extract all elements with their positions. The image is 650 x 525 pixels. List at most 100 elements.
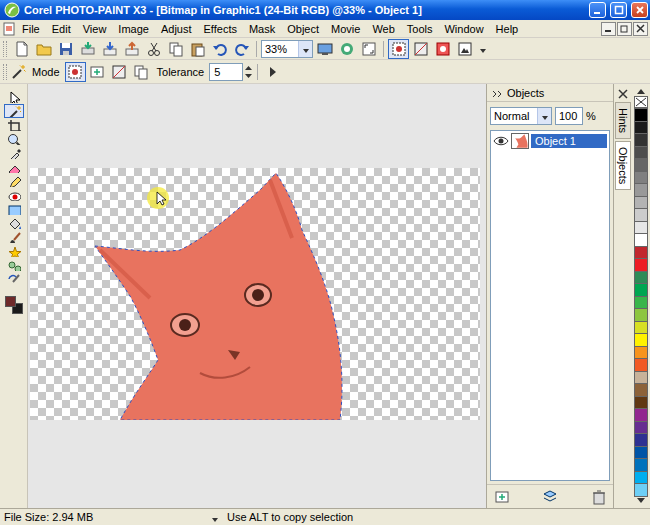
tool-button[interactable] [4,272,24,286]
tool-button[interactable] [4,132,24,146]
cut-button[interactable] [143,39,164,59]
doc-restore-button[interactable] [617,22,632,36]
maximize-button[interactable] [610,2,627,18]
tolerance-field[interactable]: 5 [209,63,243,81]
palette-swatch[interactable] [634,283,648,297]
palette-swatch[interactable] [634,246,648,260]
docker-close-icon[interactable] [617,88,629,100]
menu-item[interactable]: View [77,22,113,36]
palette-swatch[interactable] [634,346,648,360]
new-object-button[interactable] [491,487,512,507]
scan-button[interactable] [77,39,98,59]
palette-swatch[interactable] [634,483,648,497]
docker-tab[interactable]: Hints [615,102,631,139]
tool-button[interactable] [4,216,24,230]
options-button[interactable] [476,39,488,59]
mask-toggle[interactable] [454,39,475,59]
tool-button[interactable] [4,146,24,160]
export-button[interactable] [121,39,142,59]
doc-close-button[interactable] [633,22,648,36]
palette-swatch[interactable] [634,196,648,210]
close-button[interactable] [631,2,648,18]
menu-item[interactable]: Edit [46,22,77,36]
palette-swatch[interactable] [634,171,648,185]
save-button[interactable] [55,39,76,59]
tool-button[interactable] [4,244,24,258]
copy-button[interactable] [165,39,186,59]
mode-button[interactable] [65,62,86,82]
mask-toggle[interactable] [432,39,453,59]
undo-button[interactable] [209,39,230,59]
palette-swatch[interactable] [634,233,648,247]
fit-button[interactable] [358,39,379,59]
palette-swatch[interactable] [634,408,648,422]
minimize-button[interactable] [589,2,606,18]
palette-swatch[interactable] [634,258,648,272]
mask-toggle[interactable] [410,39,431,59]
no-color-swatch-icon[interactable] [634,96,648,108]
palette-swatch[interactable] [634,471,648,485]
spinner-icon[interactable] [244,64,253,80]
mode-button[interactable] [109,62,130,82]
opacity-field[interactable]: 100 [555,107,583,125]
apply-button[interactable] [262,62,283,82]
tool-button[interactable] [4,188,24,202]
tool-button[interactable] [4,174,24,188]
menu-item[interactable]: Movie [325,22,366,36]
menu-item[interactable]: Object [281,22,325,36]
delete-object-button[interactable] [588,487,609,507]
menu-item[interactable]: Window [438,22,489,36]
menu-item[interactable]: Adjust [155,22,198,36]
doc-minimize-button[interactable] [601,22,616,36]
menu-item[interactable]: Web [366,22,400,36]
palette-swatch[interactable] [634,158,648,172]
palette-swatch[interactable] [634,121,648,135]
tool-button[interactable] [4,118,24,132]
menu-item[interactable]: Mask [243,22,281,36]
palette-swatch[interactable] [634,433,648,447]
palette-swatch[interactable] [634,446,648,460]
foreground-color-swatch[interactable] [5,296,16,307]
scroll-up-icon[interactable] [634,86,648,96]
palette-swatch[interactable] [634,308,648,322]
palette-swatch[interactable] [634,383,648,397]
layers-button[interactable] [515,487,585,507]
menu-item[interactable]: Tools [401,22,439,36]
tool-button[interactable] [4,160,24,174]
tool-button[interactable] [4,202,24,216]
palette-swatch[interactable] [634,396,648,410]
palette-swatch[interactable] [634,108,648,122]
palette-swatch[interactable] [634,458,648,472]
menu-item[interactable]: Image [112,22,155,36]
object-row[interactable]: Object 1 [491,131,609,151]
palette-swatch[interactable] [634,333,648,347]
tool-button[interactable] [4,104,24,118]
import-button[interactable] [99,39,120,59]
palette-swatch[interactable] [634,421,648,435]
paste-button[interactable] [187,39,208,59]
docker-tab[interactable]: Objects [615,141,631,190]
scroll-down-icon[interactable] [634,496,648,506]
screen-button[interactable] [314,39,335,59]
palette-swatch[interactable] [634,321,648,335]
palette-swatch[interactable] [634,183,648,197]
menu-item[interactable]: File [16,22,46,36]
blend-mode-dropdown[interactable]: Normal [490,107,552,125]
tool-button[interactable] [4,230,24,244]
palette-swatch[interactable] [634,358,648,372]
menu-item[interactable]: Help [490,22,525,36]
palette-swatch[interactable] [634,271,648,285]
palette-swatch[interactable] [634,296,648,310]
status-dropdown-icon[interactable] [209,512,219,522]
mode-button[interactable] [131,62,152,82]
app-button[interactable] [336,39,357,59]
tool-button[interactable] [4,258,24,272]
object-name[interactable]: Object 1 [531,134,607,148]
palette-swatch[interactable] [634,133,648,147]
mode-button[interactable] [87,62,108,82]
palette-swatch[interactable] [634,221,648,235]
open-button[interactable] [33,39,54,59]
redo-button[interactable] [231,39,252,59]
palette-swatch[interactable] [634,371,648,385]
palette-swatch[interactable] [634,208,648,222]
